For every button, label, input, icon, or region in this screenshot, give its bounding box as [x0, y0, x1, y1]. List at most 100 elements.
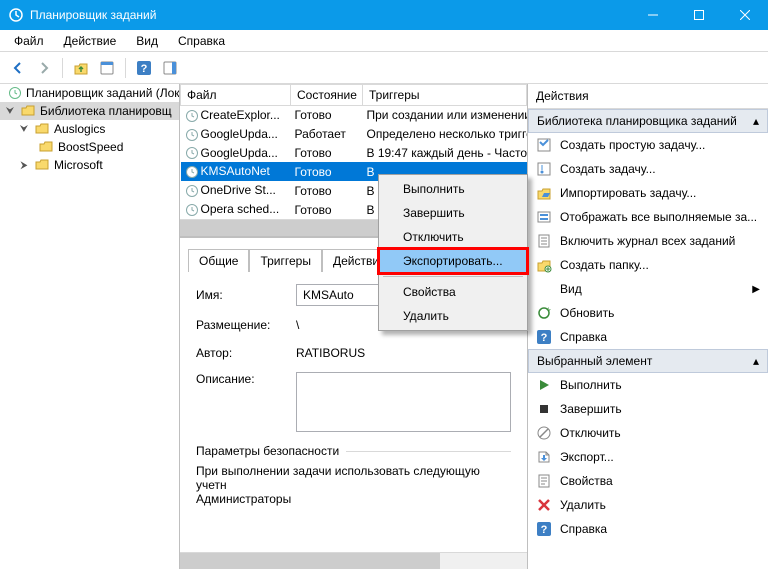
- menu-file[interactable]: Файл: [4, 32, 54, 50]
- action-icon: [536, 233, 552, 249]
- tree-root[interactable]: Планировщик заданий (Лок: [0, 84, 179, 102]
- tree-item[interactable]: ⮞ Microsoft: [0, 156, 179, 174]
- tab-general[interactable]: Общие: [188, 249, 249, 272]
- action-item[interactable]: Включить журнал всех заданий: [528, 229, 768, 253]
- action-item[interactable]: Создать задачу...: [528, 157, 768, 181]
- actions-header: Действия: [528, 84, 768, 109]
- action-item[interactable]: Создать простую задачу...: [528, 133, 768, 157]
- actions-group-selected[interactable]: Выбранный элемент ▴: [528, 349, 768, 373]
- table-row[interactable]: CreateExplor...ГотовоПри создании или из…: [181, 106, 527, 125]
- task-icon: [185, 184, 199, 198]
- tree-item[interactable]: ⮟ Auslogics: [0, 120, 179, 138]
- action-icon: [536, 257, 552, 273]
- details-scrollbar[interactable]: [180, 552, 527, 569]
- folder-icon: [34, 121, 50, 137]
- table-row[interactable]: GoogleUpda...РаботаетОпределено нескольк…: [181, 125, 527, 144]
- action-item[interactable]: Свойства: [528, 469, 768, 493]
- action-icon: [536, 161, 552, 177]
- security-text: При выполнении задачи использовать следу…: [196, 464, 511, 492]
- column-triggers[interactable]: Триггеры: [363, 85, 527, 106]
- action-icon: [536, 425, 552, 441]
- location-label: Размещение:: [196, 318, 296, 332]
- action-icon: [536, 473, 552, 489]
- action-item[interactable]: Экспорт...: [528, 445, 768, 469]
- collapse-icon: ▴: [753, 114, 759, 128]
- collapse-icon: ▴: [753, 354, 759, 368]
- tree-library[interactable]: ⮟ Библиотека планировщ: [0, 102, 179, 120]
- context-end[interactable]: Завершить: [379, 201, 527, 225]
- column-file[interactable]: Файл: [181, 85, 291, 106]
- name-label: Имя:: [196, 288, 296, 302]
- menu-help[interactable]: Справка: [168, 32, 235, 50]
- tree-nav: Планировщик заданий (Лок ⮟ Библиотека пл…: [0, 84, 180, 569]
- action-icon: [536, 137, 552, 153]
- task-icon: [185, 109, 199, 123]
- toolbar: ?: [0, 52, 768, 84]
- context-menu: Выполнить Завершить Отключить Экспортиро…: [378, 174, 528, 331]
- app-icon: [8, 7, 24, 23]
- action-icon: [536, 449, 552, 465]
- svg-text:?: ?: [541, 332, 548, 344]
- panel-button-1[interactable]: [95, 56, 119, 80]
- action-item[interactable]: Вид▶: [528, 277, 768, 301]
- author-value: RATIBORUS: [296, 344, 365, 362]
- author-label: Автор:: [196, 346, 296, 360]
- action-item[interactable]: Отключить: [528, 421, 768, 445]
- menu-view[interactable]: Вид: [126, 32, 168, 50]
- action-icon: [536, 377, 552, 393]
- actions-group-library[interactable]: Библиотека планировщика заданий ▴: [528, 109, 768, 133]
- folder-icon: [38, 139, 54, 155]
- tab-triggers[interactable]: Триггеры: [249, 249, 322, 272]
- action-item[interactable]: Импортировать задачу...: [528, 181, 768, 205]
- folder-up-button[interactable]: [69, 56, 93, 80]
- twisty-open-icon: ⮟: [4, 106, 16, 117]
- maximize-button[interactable]: [676, 0, 722, 30]
- minimize-button[interactable]: [630, 0, 676, 30]
- action-item[interactable]: Выполнить: [528, 373, 768, 397]
- action-icon: [536, 185, 552, 201]
- back-button[interactable]: [6, 56, 30, 80]
- context-run[interactable]: Выполнить: [379, 177, 527, 201]
- location-value: \: [296, 316, 299, 334]
- task-icon: [185, 165, 199, 179]
- window-title: Планировщик заданий: [30, 8, 156, 22]
- clock-icon: [8, 85, 22, 101]
- menu-action[interactable]: Действие: [54, 32, 127, 50]
- action-item[interactable]: Отображать все выполняемые за...: [528, 205, 768, 229]
- action-item[interactable]: Создать папку...: [528, 253, 768, 277]
- help-button[interactable]: ?: [132, 56, 156, 80]
- table-row[interactable]: GoogleUpda...ГотовоВ 19:47 каждый день -…: [181, 144, 527, 163]
- action-icon: [536, 497, 552, 513]
- action-icon: [536, 281, 552, 297]
- action-item[interactable]: ?Справка: [528, 517, 768, 541]
- menu-bar: Файл Действие Вид Справка: [0, 30, 768, 52]
- panel-button-2[interactable]: [158, 56, 182, 80]
- description-label: Описание:: [196, 372, 296, 386]
- forward-button[interactable]: [32, 56, 56, 80]
- action-item[interactable]: ?Справка: [528, 325, 768, 349]
- action-item[interactable]: Обновить: [528, 301, 768, 325]
- action-icon: [536, 401, 552, 417]
- twisty-closed-icon: ⮞: [18, 160, 30, 171]
- action-icon: ?: [536, 329, 552, 345]
- folder-icon: [34, 157, 50, 173]
- security-title: Параметры безопасности: [196, 444, 511, 458]
- description-field[interactable]: [296, 372, 511, 432]
- context-disable[interactable]: Отключить: [379, 225, 527, 249]
- action-icon: [536, 209, 552, 225]
- svg-text:?: ?: [141, 63, 148, 75]
- tree-item[interactable]: BoostSpeed: [0, 138, 179, 156]
- context-export[interactable]: Экспортировать...: [379, 249, 527, 273]
- action-item[interactable]: Удалить: [528, 493, 768, 517]
- action-item[interactable]: Завершить: [528, 397, 768, 421]
- actions-pane: Действия Библиотека планировщика заданий…: [528, 84, 768, 569]
- twisty-open-icon: ⮟: [18, 124, 30, 135]
- context-delete[interactable]: Удалить: [379, 304, 527, 328]
- column-status[interactable]: Состояние: [291, 85, 363, 106]
- close-button[interactable]: [722, 0, 768, 30]
- security-user: Администраторы: [196, 492, 511, 506]
- context-properties[interactable]: Свойства: [379, 280, 527, 304]
- action-icon: ?: [536, 521, 552, 537]
- action-icon: [536, 305, 552, 321]
- task-icon: [185, 203, 199, 217]
